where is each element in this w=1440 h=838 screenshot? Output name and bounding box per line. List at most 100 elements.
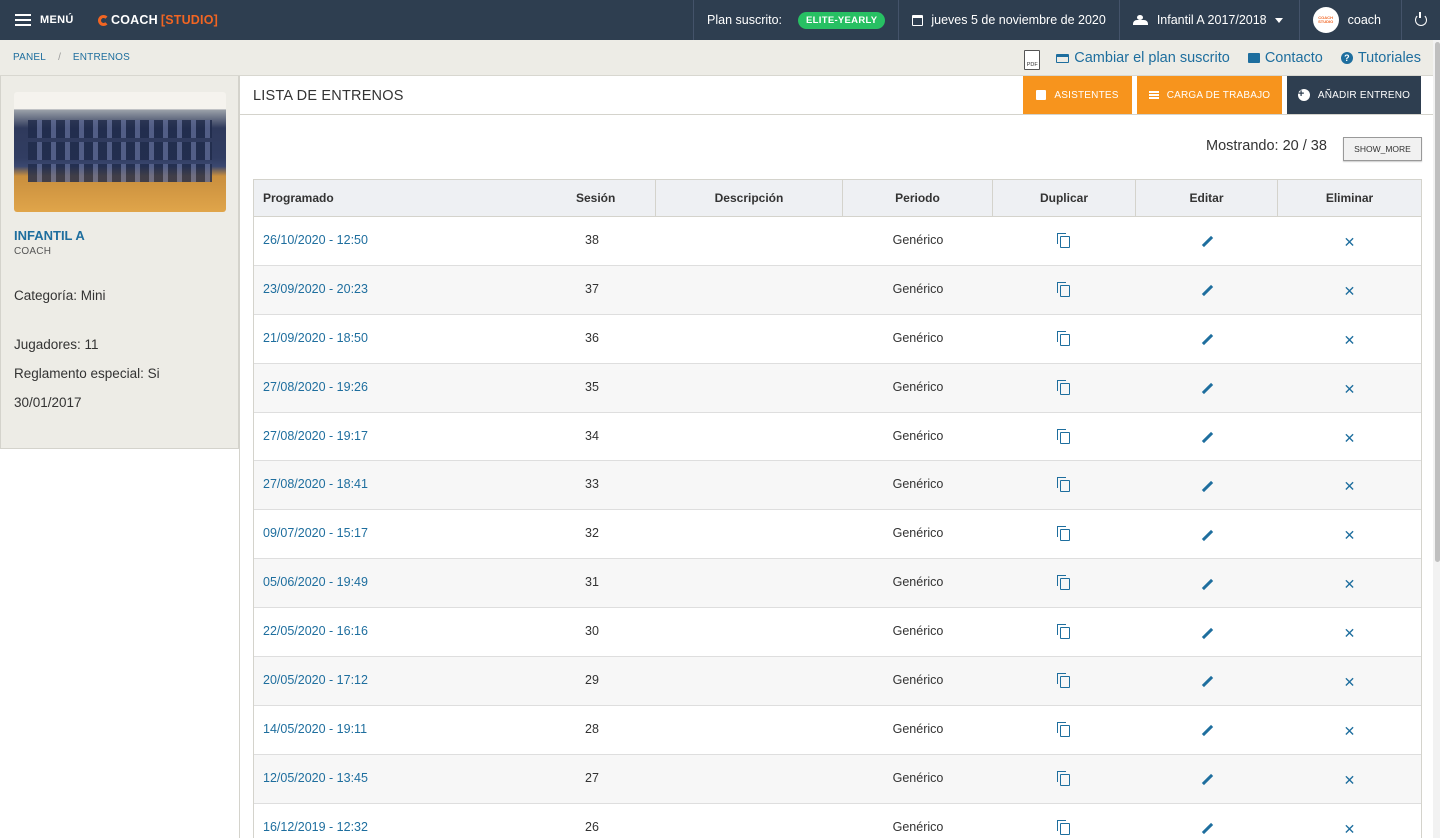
contact-link[interactable]: Contacto — [1247, 50, 1323, 66]
breadcrumb-entrenos[interactable]: ENTRENOS — [73, 52, 130, 63]
cell-duplicate — [993, 804, 1136, 838]
user-menu[interactable]: COACH STUDIO coach — [1298, 0, 1401, 40]
plan-label: Plan suscrito: — [707, 13, 783, 27]
training-date-link[interactable]: 16/12/2019 - 12:32 — [263, 820, 368, 834]
cell-scheduled: 20/05/2020 - 17:12 29 — [254, 657, 656, 705]
show-more-button[interactable]: SHOW_MORE — [1343, 137, 1422, 161]
pencil-icon[interactable] — [1202, 383, 1213, 394]
training-date-link[interactable]: 05/06/2020 - 19:49 — [263, 575, 368, 589]
pencil-icon[interactable] — [1202, 823, 1213, 834]
team-selector-label: Infantil A 2017/2018 — [1156, 13, 1267, 27]
menu-label: MENÚ — [40, 14, 74, 26]
cell-edit — [1136, 217, 1278, 265]
cell-duplicate — [993, 461, 1136, 509]
cell-duplicate — [993, 266, 1136, 314]
copy-icon[interactable] — [1056, 526, 1070, 542]
team-selector[interactable]: Infantil A 2017/2018 — [1118, 0, 1299, 40]
training-date-link[interactable]: 21/09/2020 - 18:50 — [263, 331, 368, 345]
session-number: 28 — [585, 721, 599, 736]
training-date-link[interactable]: 22/05/2020 - 16:16 — [263, 624, 368, 638]
pencil-icon[interactable] — [1202, 236, 1213, 247]
training-date-link[interactable]: 12/05/2020 - 13:45 — [263, 771, 368, 785]
period-text: Genérico — [892, 819, 944, 834]
copy-icon[interactable] — [1056, 672, 1070, 688]
pencil-icon[interactable] — [1202, 285, 1213, 296]
copy-icon[interactable] — [1056, 330, 1070, 346]
training-date-link[interactable]: 23/09/2020 - 20:23 — [263, 282, 368, 296]
pencil-icon[interactable] — [1202, 628, 1213, 639]
cell-description — [656, 657, 843, 705]
workload-button[interactable]: CARGA DE TRABAJO — [1137, 76, 1282, 114]
training-date-link[interactable]: 26/10/2020 - 12:50 — [263, 233, 368, 247]
copy-icon[interactable] — [1056, 477, 1070, 493]
credit-card-icon — [1056, 53, 1070, 63]
add-training-button[interactable]: + AÑADIR ENTRENO — [1287, 76, 1421, 114]
training-date-link[interactable]: 27/08/2020 - 19:26 — [263, 380, 368, 394]
session-number: 27 — [585, 770, 599, 785]
workload-label: CARGA DE TRABAJO — [1166, 89, 1271, 101]
cell-scheduled: 12/05/2020 - 13:45 27 — [254, 755, 656, 803]
close-icon[interactable]: ✕ — [1344, 382, 1356, 396]
training-date-link[interactable]: 09/07/2020 - 15:17 — [263, 526, 368, 540]
cell-period: Genérico — [843, 461, 993, 509]
training-date-link[interactable]: 27/08/2020 - 19:17 — [263, 429, 368, 443]
training-date-link[interactable]: 27/08/2020 - 18:41 — [263, 477, 368, 491]
copy-icon[interactable] — [1056, 624, 1070, 640]
close-icon[interactable]: ✕ — [1344, 284, 1356, 298]
close-icon[interactable]: ✕ — [1344, 724, 1356, 738]
close-icon[interactable]: ✕ — [1344, 626, 1356, 640]
close-icon[interactable]: ✕ — [1344, 577, 1356, 591]
close-icon[interactable]: ✕ — [1344, 528, 1356, 542]
pencil-icon[interactable] — [1202, 774, 1213, 785]
copy-icon[interactable] — [1056, 575, 1070, 591]
cell-duplicate — [993, 315, 1136, 363]
copy-icon[interactable] — [1056, 232, 1070, 248]
logout-button[interactable] — [1401, 0, 1440, 40]
training-date-link[interactable]: 14/05/2020 - 19:11 — [263, 722, 367, 736]
scrollbar-thumb[interactable] — [1435, 42, 1440, 562]
attendees-button[interactable]: ASISTENTES — [1023, 76, 1132, 114]
cell-period: Genérico — [843, 266, 993, 314]
pencil-icon[interactable] — [1202, 481, 1213, 492]
close-icon[interactable]: ✕ — [1344, 479, 1356, 493]
copy-icon[interactable] — [1056, 281, 1070, 297]
breadcrumb-panel[interactable]: PANEL — [13, 52, 46, 63]
pencil-icon[interactable] — [1202, 676, 1213, 687]
copy-icon[interactable] — [1056, 428, 1070, 444]
pencil-icon[interactable] — [1202, 725, 1213, 736]
cell-edit — [1136, 364, 1278, 412]
close-icon[interactable]: ✕ — [1344, 333, 1356, 347]
top-navbar: MENÚ COACH [STUDIO] Plan suscrito: ELITE… — [0, 0, 1440, 40]
cell-description — [656, 804, 843, 838]
close-icon[interactable]: ✕ — [1344, 822, 1356, 836]
close-icon[interactable]: ✕ — [1344, 235, 1356, 249]
close-icon[interactable]: ✕ — [1344, 675, 1356, 689]
pencil-icon[interactable] — [1202, 334, 1213, 345]
training-date-link[interactable]: 20/05/2020 - 17:12 — [263, 673, 368, 687]
session-number: 38 — [585, 232, 599, 247]
header-scheduled[interactable]: Programado Sesión — [254, 180, 656, 216]
copy-icon[interactable] — [1056, 379, 1070, 395]
copy-icon[interactable] — [1056, 819, 1070, 835]
close-icon[interactable]: ✕ — [1344, 773, 1356, 787]
pencil-icon[interactable] — [1202, 432, 1213, 443]
tutorials-link[interactable]: ? Tutoriales — [1340, 50, 1421, 66]
copy-icon[interactable] — [1056, 721, 1070, 737]
close-icon[interactable]: ✕ — [1344, 431, 1356, 445]
pencil-icon[interactable] — [1202, 530, 1213, 541]
training-table: Programado Sesión Descripción Periodo Du… — [253, 179, 1422, 838]
table-header: Programado Sesión Descripción Periodo Du… — [254, 180, 1421, 217]
menu-button[interactable]: MENÚ — [0, 0, 85, 40]
pencil-icon[interactable] — [1202, 579, 1213, 590]
change-plan-link[interactable]: Cambiar el plan suscrito — [1056, 50, 1230, 66]
copy-icon[interactable] — [1056, 770, 1070, 786]
team-photo — [14, 92, 226, 212]
app-logo[interactable]: COACH [STUDIO] — [98, 13, 218, 27]
cell-period: Genérico — [843, 364, 993, 412]
pdf-icon[interactable]: PDF — [1024, 49, 1041, 70]
header-edit-label: Editar — [1189, 191, 1224, 205]
period-text: Genérico — [892, 232, 944, 247]
cell-edit — [1136, 804, 1278, 838]
plan-segment: Plan suscrito: ELITE-YEARLY — [693, 0, 898, 40]
period-text: Genérico — [892, 526, 944, 541]
